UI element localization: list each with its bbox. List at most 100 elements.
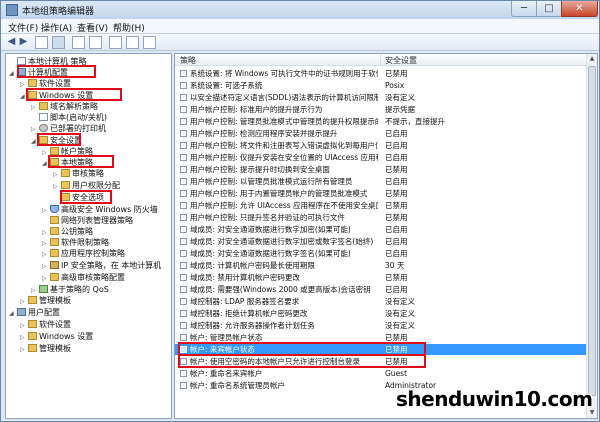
tree-item-user-admin-templates[interactable]: ▷ 管理模板 — [20, 343, 71, 354]
tree-item-app-control[interactable]: ▷ 应用程序控制策略 — [42, 248, 125, 259]
policy-row[interactable]: 域成员: 对安全通道数据进行数字加密或数字签名(始终) 已启用 — [175, 236, 587, 247]
policy-name: 用户帐户控制: 以管理员批准模式运行所有管理员 — [190, 177, 353, 186]
policy-row[interactable]: 用户帐户控制: 管理员批准模式中管理员的提升权限提示的... 不提示，直接提升 — [175, 116, 587, 127]
tree-label: 网络列表管理器策略 — [61, 216, 133, 225]
menu-action[interactable]: 操作(A) — [41, 21, 72, 34]
policy-item-icon — [180, 154, 187, 161]
policy-name: 用户帐户控制: 标准用户的提升提示行为 — [190, 105, 323, 114]
policy-row[interactable]: 域控制器: 允许服务器操作者计划任务 没有定义 — [175, 320, 587, 331]
policy-row[interactable]: 域成员: 禁用计算机帐户密码更改 已禁用 — [175, 272, 587, 283]
policy-row[interactable]: 用户帐户控制: 检测应用程序安装并提示提升 已启用 — [175, 128, 587, 139]
policy-row[interactable]: 域成员: 对安全通道数据进行数字签名(如果可能) 已启用 — [175, 248, 587, 259]
expand-arrow-icon[interactable]: ▷ — [42, 273, 50, 284]
policy-item-icon — [180, 370, 187, 377]
policy-item-icon — [180, 382, 187, 389]
policy-name: 域成员: 对安全通道数据进行数字加密(如果可能) — [190, 225, 351, 234]
export-icon[interactable] — [109, 36, 122, 49]
collapse-arrow-icon[interactable]: ◢ — [9, 68, 17, 79]
policy-row[interactable]: 域成员: 需要强(Windows 2000 或更高版本)会话密钥 已启用 — [175, 284, 587, 295]
policy-row[interactable]: 用户帐户控制: 将文件和注册表写入错误虚拟化到每用户位置 已启用 — [175, 140, 587, 151]
policy-row[interactable]: 用户帐户控制: 提示提升时切换到安全桌面 已禁用 — [175, 164, 587, 175]
policy-list-pane[interactable]: 策略 安全设置 系统设置: 将 Windows 可执行文件中的证书规则用于软件.… — [174, 53, 598, 419]
expand-arrow-icon[interactable]: ▷ — [20, 320, 28, 331]
collapse-arrow-icon[interactable]: ◢ — [9, 308, 17, 319]
expand-arrow-icon[interactable]: ▷ — [20, 344, 28, 355]
menu-bar: 文件(F) 操作(A) 查看(V) 帮助(H) — [1, 19, 599, 34]
policy-row[interactable]: 用户帐户控制: 只提升签名并验证的可执行文件 已禁用 — [175, 212, 587, 223]
minimize-button[interactable]: ─ — [511, 1, 537, 17]
scroll-up-icon[interactable]: ▲ — [587, 54, 597, 64]
policy-value: 已启用 — [385, 177, 408, 186]
policy-value: 已启用 — [385, 249, 408, 258]
policy-row[interactable]: 域控制器: 拒绝计算机帐户密码更改 没有定义 — [175, 308, 587, 319]
vertical-scrollbar[interactable]: ▲ ▼ — [586, 54, 597, 418]
policy-item-icon — [180, 166, 187, 173]
policy-row[interactable]: 以安全描述符定义语言(SDDL)语法表示的计算机访问限制 没有定义 — [175, 92, 587, 103]
menu-help[interactable]: 帮助(H) — [113, 21, 145, 34]
tree-item-user-windows-settings[interactable]: ▷ Windows 设置 — [20, 331, 93, 342]
maximize-button[interactable]: □ — [536, 1, 562, 17]
menu-view[interactable]: 查看(V) — [77, 21, 108, 34]
expand-arrow-icon[interactable]: ▷ — [53, 169, 61, 180]
menu-file[interactable]: 文件(F) — [8, 21, 38, 34]
close-button[interactable]: ✕ — [561, 1, 598, 17]
properties-icon[interactable] — [89, 36, 102, 49]
script-icon — [39, 113, 48, 121]
policy-row[interactable]: 域成员: 对安全通道数据进行数字加密(如果可能) 已启用 — [175, 224, 587, 235]
policy-value: 已启用 — [385, 153, 408, 162]
policy-row[interactable]: 用户帐户控制: 仅提升安装在安全位置的 UIAccess 应用程序 已启用 — [175, 152, 587, 163]
tree-item-name-resolution[interactable]: ▷ 域名解析策略 — [31, 101, 98, 112]
expand-arrow-icon[interactable]: ▷ — [42, 249, 50, 260]
tree-item-ip-security[interactable]: ▷ IP 安全策略，在 本地计算机 — [42, 260, 161, 271]
tree-label: 脚本(启动/关机) — [50, 113, 107, 122]
delete-icon[interactable] — [72, 36, 85, 49]
policy-row[interactable]: 帐户: 重命名来宾帐户 Guest — [175, 368, 587, 379]
policy-row[interactable]: 用户帐户控制: 允许 UIAccess 应用程序在不使用安全桌面... 已禁用 — [175, 200, 587, 211]
tree-item-user-software-settings[interactable]: ▷ 软件设置 — [20, 319, 71, 330]
tree-pane[interactable]: 本地计算机 策略 ◢ 计算机配置 ▷ 软件设置 ◢ Windows 设置 ▷ 域名解析策… — [5, 53, 172, 419]
tree-item-scripts[interactable]: 脚本(启动/关机) — [31, 112, 107, 123]
policy-name: 域成员: 计算机帐户密码最长使用期限 — [190, 261, 315, 270]
tree-item-network-list[interactable]: 网络列表管理器策略 — [42, 215, 133, 226]
tree-item-qos[interactable]: ▷ 基于策略的 QoS — [31, 284, 109, 295]
expand-arrow-icon[interactable]: ▷ — [20, 296, 28, 307]
policy-row[interactable]: 用户帐户控制: 标准用户的提升提示行为 提示凭据 — [175, 104, 587, 115]
back-button[interactable]: ◀ — [6, 36, 17, 49]
folder-icon — [28, 296, 37, 304]
scroll-thumb[interactable] — [588, 66, 596, 396]
column-header-setting[interactable]: 安全设置 — [385, 55, 417, 66]
policy-row[interactable]: 系统设置: 将 Windows 可执行文件中的证书规则用于软件... 已禁用 — [175, 68, 587, 79]
tree-label: 管理模板 — [39, 296, 71, 305]
policy-value: 已启用 — [385, 237, 408, 246]
expand-arrow-icon[interactable]: ▷ — [42, 261, 50, 272]
tree-label: 软件设置 — [39, 320, 71, 329]
annotation-box — [17, 65, 96, 78]
title-bar[interactable]: 本地组策略编辑器 ─ □ ✕ — [1, 1, 599, 19]
folder-icon — [39, 102, 48, 110]
policy-row[interactable]: 用户帐户控制: 用于内置管理员帐户的管理员批准模式 已禁用 — [175, 188, 587, 199]
expand-arrow-icon[interactable]: ▷ — [20, 332, 28, 343]
policy-row[interactable]: 用户帐户控制: 以管理员批准模式运行所有管理员 已启用 — [175, 176, 587, 187]
tree-item-audit-policy[interactable]: ▷ 审核策略 — [53, 168, 104, 179]
tree-item-advanced-audit[interactable]: ▷ 高级审核策略配置 — [42, 272, 125, 283]
column-header-policy[interactable]: 策略 — [180, 55, 196, 66]
folder-icon — [28, 79, 37, 87]
up-folder-icon[interactable] — [35, 36, 48, 49]
tree-item-admin-templates[interactable]: ▷ 管理模板 — [20, 295, 71, 306]
tree-item-user-config[interactable]: ◢ 用户配置 — [9, 307, 60, 318]
tree-item-public-key[interactable]: ▷ 公钥策略 — [42, 226, 93, 237]
column-separator[interactable] — [380, 54, 381, 66]
tree-item-firewall[interactable]: ▷ 高级安全 Windows 防火墙 — [42, 204, 158, 215]
policy-row[interactable]: 域成员: 计算机帐户密码最长使用期限 30 天 — [175, 260, 587, 271]
firewall-icon — [50, 205, 59, 213]
folder-icon — [50, 216, 59, 224]
forward-button[interactable]: ▶ — [18, 36, 29, 49]
tree-item-software-restriction[interactable]: ▷ 软件限制策略 — [42, 237, 109, 248]
policy-row[interactable]: 域控制器: LDAP 服务器签名要求 没有定义 — [175, 296, 587, 307]
show-hide-tree-icon[interactable] — [52, 36, 65, 49]
policy-row[interactable]: 系统设置: 可选子系统 Posix — [175, 80, 587, 91]
help-icon[interactable] — [126, 36, 139, 49]
policy-value: 没有定义 — [385, 297, 415, 306]
view-icon[interactable] — [143, 36, 156, 49]
policy-item-icon — [180, 226, 187, 233]
